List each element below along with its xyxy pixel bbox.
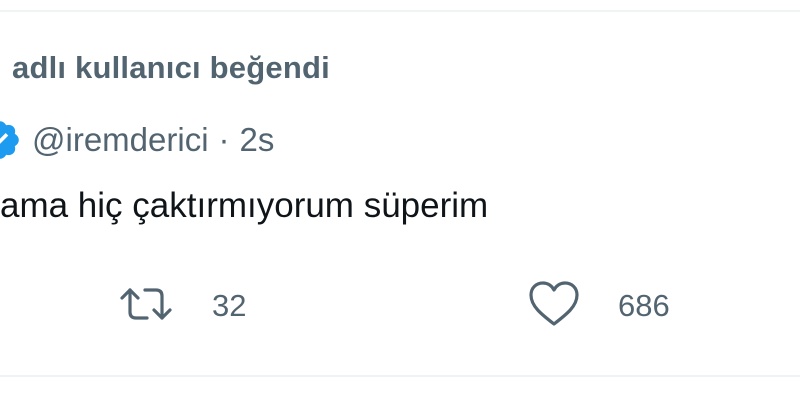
retweet-count: 32 — [212, 288, 247, 323]
tweet-text: ama hiç çaktırmıyorum süperim — [0, 186, 489, 225]
user-handle[interactable]: @iremderici — [32, 121, 209, 159]
like-button[interactable]: 686 — [528, 280, 670, 333]
like-count: 686 — [618, 288, 670, 323]
retweet-icon[interactable] — [120, 282, 172, 331]
heart-icon[interactable] — [528, 280, 580, 333]
tweet-header: @iremderici · 2s — [0, 118, 274, 162]
social-context: adlı kullanıcı beğendi — [12, 50, 330, 85]
retweet-button[interactable]: 32 — [120, 282, 246, 330]
bottom-divider — [0, 375, 800, 377]
top-divider — [0, 10, 800, 12]
tweet-card[interactable]: adlı kullanıcı beğendi @iremderici · 2s … — [0, 0, 800, 400]
tweet-timestamp[interactable]: 2s — [240, 121, 275, 159]
separator-dot: · — [218, 121, 230, 158]
verified-badge-icon — [0, 118, 22, 162]
